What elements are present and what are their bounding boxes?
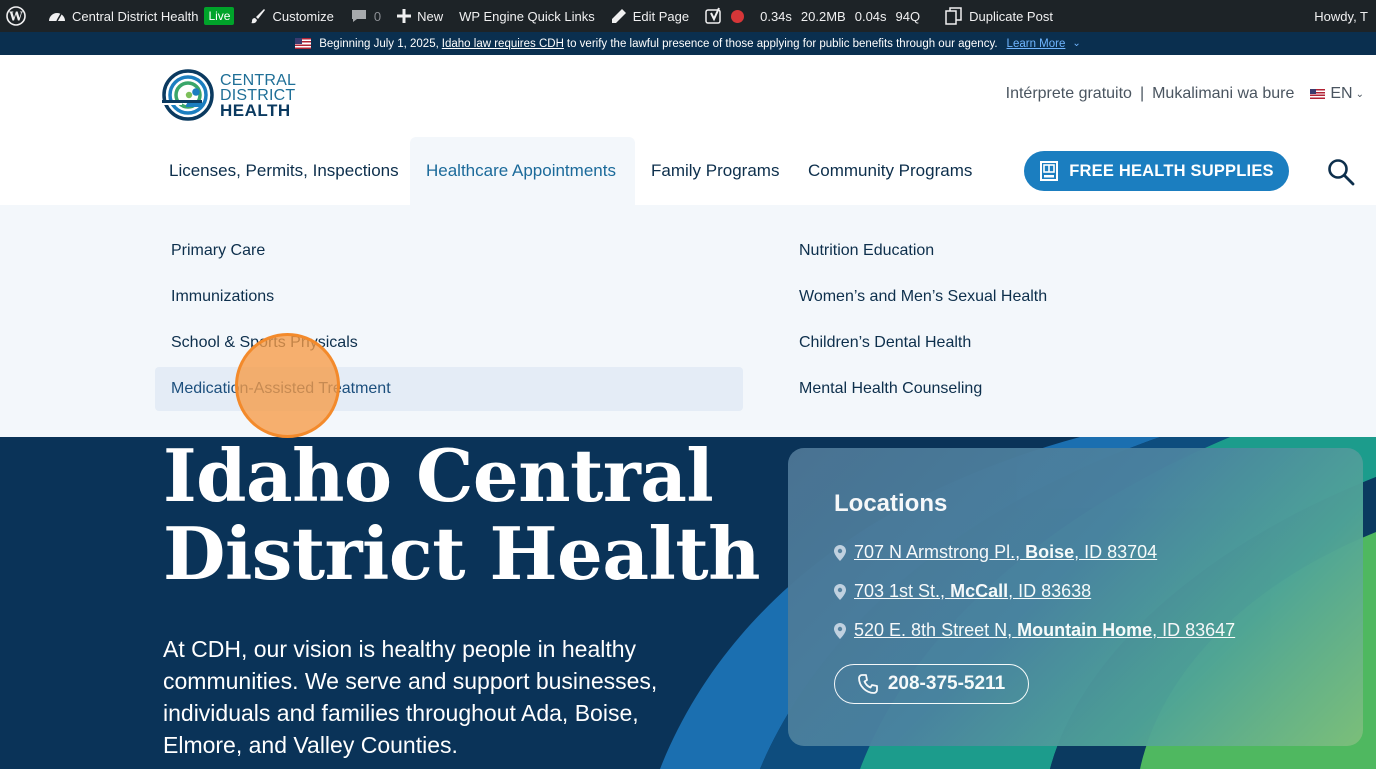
query-monitor-stats[interactable]: 0.34s 20.2MB 0.04s 94Q [752, 0, 937, 32]
location-mountain-home[interactable]: 520 E. 8th Street N, Mountain Home, ID 8… [834, 620, 1235, 641]
duplicate-post-button[interactable]: Duplicate Post [937, 0, 1061, 32]
menu-nutrition-education[interactable]: Nutrition Education [783, 229, 1343, 273]
site-name-menu[interactable]: Central District Health Live [40, 0, 242, 32]
locations-card: Locations 707 N Armstrong Pl., Boise, ID… [788, 448, 1363, 746]
yoast-seo-menu[interactable] [697, 0, 752, 32]
edit-page-label: Edit Page [632, 8, 690, 24]
cdh-logo-mark-icon [162, 69, 214, 121]
lawful-presence-notice: Beginning July 1, 2025, Idaho law requir… [0, 32, 1376, 55]
site-name: Central District Health [72, 8, 199, 24]
comments-button[interactable]: 0 [342, 0, 389, 32]
free-health-supplies-label: FREE HEALTH SUPPLIES [1069, 161, 1274, 180]
hero-title-line-2: District Health [163, 511, 760, 596]
map-pin-icon [834, 622, 846, 639]
menu-childrens-dental-health[interactable]: Children’s Dental Health [783, 321, 1343, 365]
main-nav: Licenses, Permits, Inspections Healthcar… [0, 137, 1376, 205]
search-button[interactable] [1326, 157, 1356, 187]
duplicate-post-label: Duplicate Post [969, 8, 1053, 24]
nav-healthcare-appointments[interactable]: Healthcare Appointments [410, 137, 635, 205]
hero-title: Idaho Central District Health [163, 437, 760, 593]
locations-title: Locations [834, 490, 948, 517]
search-icon [1328, 159, 1355, 186]
wp-admin-bar: W Central District Health Live Customize… [0, 0, 1376, 32]
phone-icon [857, 674, 878, 694]
hero-section: Idaho Central District Health At CDH, ou… [0, 437, 1376, 769]
hero-description: At CDH, our vision is healthy people in … [163, 636, 658, 758]
my-account-menu[interactable]: Howdy, T [1306, 0, 1376, 32]
site-header: CENTRAL DISTRICT HEALTH Intérprete gratu… [0, 55, 1376, 205]
customize-button[interactable]: Customize [242, 0, 341, 32]
duplicate-icon [945, 7, 962, 25]
utility-nav: Intérprete gratuito | Mukalimani wa bure… [1006, 85, 1364, 103]
us-flag-icon [295, 38, 312, 49]
language-selector[interactable]: EN ⌄ [1310, 85, 1364, 103]
yoast-icon [705, 7, 721, 24]
seo-status-dot [731, 9, 745, 23]
stat-query-time: 0.04s [854, 8, 887, 24]
new-content-button[interactable]: New [389, 0, 451, 32]
pencil-icon [611, 9, 626, 23]
nav-licenses-permits-inspections[interactable]: Licenses, Permits, Inspections [153, 137, 415, 205]
map-pin-icon [834, 583, 846, 600]
stat-memory: 20.2MB [800, 8, 846, 24]
comments-count: 0 [373, 8, 382, 24]
wordpress-logo-button[interactable]: W [0, 0, 40, 32]
stat-queries: 94Q [895, 8, 921, 24]
wordpress-icon: W [6, 6, 26, 26]
location-address-link[interactable]: 707 N Armstrong Pl., Boise, ID 83704 [854, 542, 1157, 563]
menu-immunizations[interactable]: Immunizations [155, 275, 743, 319]
idaho-law-link[interactable]: Idaho law requires CDH [442, 38, 564, 50]
notice-text-after: to verify the lawful presence of those a… [566, 37, 998, 50]
stat-time: 0.34s [760, 8, 792, 24]
comment-icon [351, 10, 366, 22]
us-flag-icon [1310, 89, 1326, 99]
click-indicator [235, 333, 340, 438]
learn-more-link[interactable]: Learn More [1007, 38, 1066, 50]
utility-separator: | [1139, 85, 1145, 102]
interpreter-swahili-link[interactable]: Mukalimani wa bure [1152, 85, 1294, 103]
logo-line-health: HEALTH [220, 100, 291, 120]
customize-label: Customize [272, 8, 334, 24]
chevron-down-icon: ⌄ [1072, 38, 1081, 49]
location-mccall[interactable]: 703 1st St., McCall, ID 83638 [834, 581, 1091, 602]
location-boise[interactable]: 707 N Armstrong Pl., Boise, ID 83704 [834, 542, 1157, 563]
notice-text-before: Beginning July 1, 2025, [319, 37, 439, 50]
edit-page-button[interactable]: Edit Page [603, 0, 697, 32]
svg-text:W: W [8, 10, 23, 24]
cdh-logo[interactable]: CENTRAL DISTRICT HEALTH [162, 69, 296, 121]
brush-icon [251, 9, 266, 24]
phone-button[interactable]: 208-375-5211 [834, 664, 1029, 704]
interpreter-spanish-link[interactable]: Intérprete gratuito [1006, 85, 1132, 103]
wp-engine-label: WP Engine Quick Links [459, 8, 595, 24]
menu-mental-health-counseling[interactable]: Mental Health Counseling [783, 367, 1343, 411]
new-label: New [417, 8, 444, 24]
language-label: EN [1330, 85, 1353, 102]
plus-icon [397, 9, 412, 23]
nav-community-programs[interactable]: Community Programs [792, 137, 988, 205]
howdy-label: Howdy, T [1314, 8, 1368, 24]
location-address-link[interactable]: 520 E. 8th Street N, Mountain Home, ID 8… [854, 620, 1235, 641]
healthcare-appointments-megamenu: Primary Care Immunizations School & Spor… [0, 205, 1376, 437]
hero-title-line-1: Idaho Central [163, 437, 714, 518]
dashboard-icon [49, 13, 65, 22]
vending-machine-icon [1040, 161, 1059, 181]
map-pin-icon [834, 544, 846, 561]
free-health-supplies-button[interactable]: FREE HEALTH SUPPLIES [1024, 151, 1289, 191]
live-badge: Live [204, 7, 235, 25]
menu-sexual-health[interactable]: Women’s and Men’s Sexual Health [783, 275, 1343, 319]
menu-primary-care[interactable]: Primary Care [155, 229, 743, 273]
chevron-down-icon: ⌄ [1355, 88, 1364, 100]
nav-family-programs[interactable]: Family Programs [635, 137, 795, 205]
wp-engine-quick-links[interactable]: WP Engine Quick Links [451, 0, 603, 32]
logo-line-central: CENTRAL [220, 71, 297, 89]
location-address-link[interactable]: 703 1st St., McCall, ID 83638 [854, 581, 1091, 602]
phone-number: 208-375-5211 [887, 673, 1006, 694]
